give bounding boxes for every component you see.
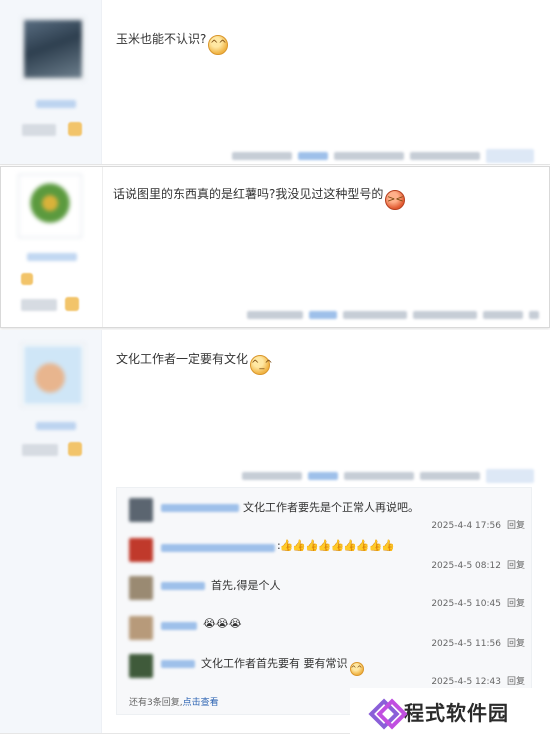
sub-replies-box: 文化工作者要先是个正常人再说吧。 2025-4-4 17:56 回复 :👍👍👍👍👍…: [116, 487, 532, 715]
sub-reply-text: :👍👍👍👍👍👍👍👍👍: [277, 539, 395, 552]
sub-reply-button[interactable]: 回复: [507, 639, 525, 649]
sub-reply-text: 文化工作者要先是个正常人再说吧。: [243, 501, 419, 514]
post-floor-1: 玉米也能不认识? ^^: [0, 0, 550, 165]
sub-reply-meta: 2025-4-4 17:56 回复: [431, 518, 525, 531]
user-sidebar: [0, 0, 102, 164]
medal-icon: [68, 122, 82, 136]
sub-username-blurred[interactable]: [161, 544, 275, 552]
post-content: 玉米也能不认识? ^^: [116, 30, 229, 55]
smile-emoji-icon: ^_^: [250, 355, 273, 375]
avatar[interactable]: [129, 498, 153, 522]
sub-reply-item: 文化工作者要先是个正常人再说吧。 2025-4-4 17:56 回复: [129, 498, 525, 536]
more-replies-count: 还有3条回复,: [129, 698, 183, 708]
sub-reply-text-body: 文化工作者首先要有 要有常识: [201, 657, 348, 670]
watermark-text: 程式软件园: [404, 700, 509, 725]
sub-reply-item: :👍👍👍👍👍👍👍👍👍 2025-4-5 08:12 回复: [129, 538, 525, 576]
sub-reply-button[interactable]: 回复: [507, 561, 525, 571]
avatar[interactable]: [22, 344, 84, 406]
avatar[interactable]: [129, 538, 153, 562]
medal-icon: [21, 273, 33, 285]
sub-reply-item: 文化工作者首先要有 要有常识 ^^ 2025-4-5 12:43 回复: [129, 654, 525, 692]
sub-reply-time: 2025-4-4 17:56: [431, 521, 501, 531]
sub-reply-item: 首先,得是个人 2025-4-5 10:45 回复: [129, 576, 525, 614]
avatar[interactable]: [129, 654, 153, 678]
sub-username-blurred[interactable]: [161, 504, 239, 512]
sub-reply-time: 2025-4-5 10:45: [431, 599, 501, 609]
avatar[interactable]: [19, 175, 81, 237]
reply-button[interactable]: [486, 149, 534, 163]
post-floor-2: 话说图里的东西真的是红薯吗?我没见过这种型号的 ><: [0, 166, 550, 328]
sub-reply-text: 文化工作者首先要有 要有常识 ^^: [201, 655, 364, 676]
medal-icon: [65, 297, 79, 311]
avatar[interactable]: [22, 18, 84, 80]
view-more-replies-link[interactable]: 点击查看: [183, 698, 219, 708]
post-text: 玉米也能不认识?: [116, 32, 207, 46]
sub-username-blurred[interactable]: [161, 582, 205, 590]
sub-reply-item: 😭😭😭 2025-4-5 11:56 回复: [129, 616, 525, 654]
level-badge[interactable]: [22, 124, 56, 136]
post-content: 话说图里的东西真的是红薯吗?我没见过这种型号的 ><: [113, 185, 406, 210]
post-meta-bar: [247, 309, 539, 321]
more-replies-line: 还有3条回复,点击查看: [129, 695, 219, 708]
sub-reply-text: 😭😭😭: [203, 617, 242, 630]
level-badge[interactable]: [21, 299, 57, 311]
sub-reply-meta: 2025-4-5 11:56 回复: [431, 636, 525, 649]
post-text: 文化工作者一定要有文化: [116, 352, 249, 366]
username-blurred[interactable]: [36, 100, 76, 108]
sub-reply-button[interactable]: 回复: [507, 599, 525, 609]
username-blurred[interactable]: [36, 422, 76, 430]
user-sidebar: [1, 167, 103, 327]
sub-username-blurred[interactable]: [161, 660, 195, 668]
sub-reply-meta: 2025-4-5 12:43 回复: [431, 674, 525, 687]
site-watermark: 程式软件园: [350, 688, 550, 734]
post-content: 文化工作者一定要有文化 ^_^: [116, 350, 273, 375]
sub-reply-time: 2025-4-5 08:12: [431, 561, 501, 571]
avatar[interactable]: [129, 576, 153, 600]
angry-emoji-icon: ><: [385, 190, 406, 210]
level-badge[interactable]: [22, 444, 58, 456]
username-blurred[interactable]: [27, 253, 77, 261]
user-sidebar: [0, 330, 102, 733]
grin-emoji-icon: ^^: [208, 35, 229, 55]
smile-emoji-icon: ^^: [349, 662, 364, 676]
post-meta-bar: [232, 149, 534, 163]
post-text: 话说图里的东西真的是红薯吗?我没见过这种型号的: [113, 187, 384, 201]
sub-reply-meta: 2025-4-5 10:45 回复: [431, 596, 525, 609]
reply-button[interactable]: [486, 469, 534, 483]
sub-reply-time: 2025-4-5 11:56: [431, 639, 501, 649]
medal-icon: [68, 442, 82, 456]
avatar[interactable]: [129, 616, 153, 640]
sub-reply-text: 首先,得是个人: [211, 579, 281, 592]
sub-reply-time: 2025-4-5 12:43: [431, 677, 501, 687]
sub-reply-button[interactable]: 回复: [507, 521, 525, 531]
watermark-logo-icon: [372, 698, 398, 724]
sub-reply-meta: 2025-4-5 08:12 回复: [431, 558, 525, 571]
sub-username-blurred[interactable]: [161, 622, 197, 630]
sub-reply-button[interactable]: 回复: [507, 677, 525, 687]
post-meta-bar: [242, 469, 534, 483]
